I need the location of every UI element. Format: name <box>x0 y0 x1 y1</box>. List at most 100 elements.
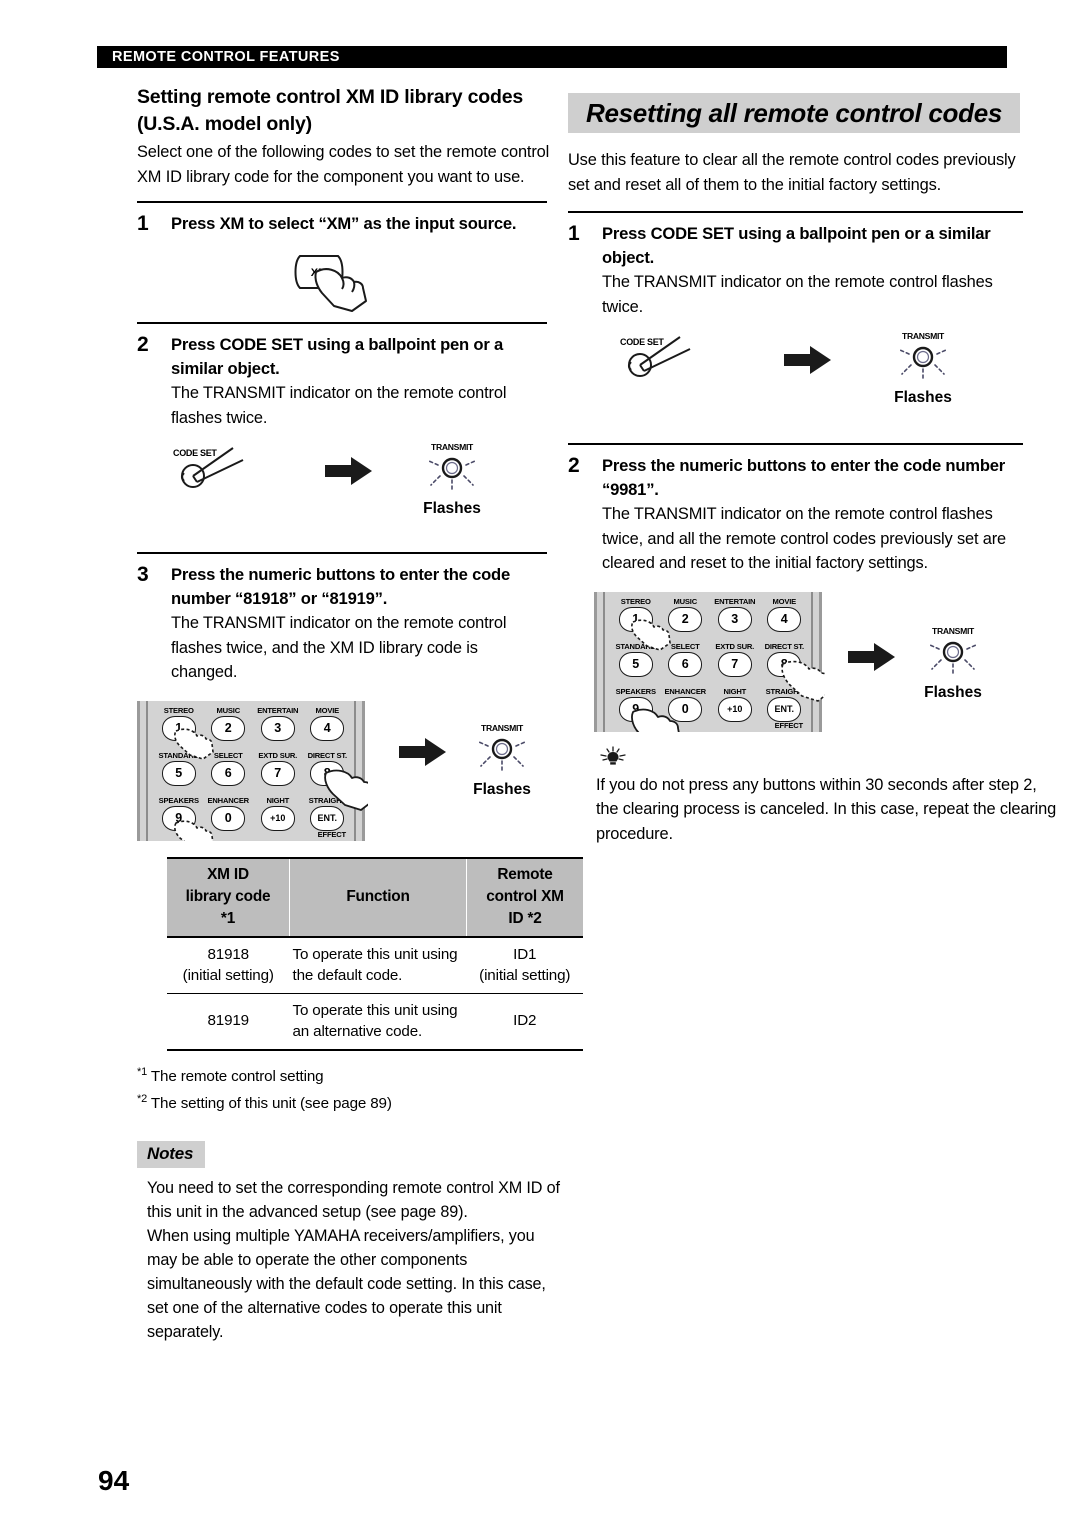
step-number: 3 <box>137 563 149 586</box>
solid-hand-pointer-key9 <box>631 708 680 732</box>
step-divider <box>568 443 1023 445</box>
table-header-function: Function <box>289 857 467 937</box>
step-heading: Press the numeric buttons to enter the c… <box>171 565 511 608</box>
cell-line: ID2 <box>513 1012 537 1029</box>
cell-library-code: 81918 (initial setting) <box>167 936 290 994</box>
cell-remote-xm-id: ID2 <box>466 993 583 1051</box>
right-arrow-icon <box>325 457 372 485</box>
cell-line: an alternative code. <box>292 1022 423 1040</box>
code-set-pen-icon: CODE SET <box>618 331 738 391</box>
tip-text: If you do not press any buttons within 3… <box>596 775 1057 843</box>
right-arrow-icon <box>399 737 446 766</box>
table-row: 81919 To operate this unit using an alte… <box>167 993 583 1051</box>
left-column: Setting remote control XM ID library cod… <box>137 84 583 1344</box>
remote-keypad-graphic: STEREO 1 MUSIC 2 ENTERTAIN 3 MOVIE 4 STANDAR… <box>137 700 368 841</box>
keypad-transmit-figure: STEREO 1 MUSIC 2 ENTERTAIN 3 MOVIE 4 STANDAR… <box>137 685 547 841</box>
left-step-2: 2 Press CODE SET using a ballpoint pen o… <box>137 333 547 430</box>
tip-block: If you do not press any buttons within 3… <box>568 745 1058 847</box>
transmit-indicator-icon: TRANSMIT Flashes <box>463 723 541 798</box>
footnotes: *1 The remote control setting *2 The set… <box>137 1061 547 1115</box>
header-line: library code <box>185 887 271 905</box>
code-set-pen-icon: CODE SET <box>171 442 291 502</box>
step-divider <box>568 211 1023 213</box>
dashed-hand-pointer-key1 <box>173 727 214 760</box>
cell-function: To operate this unit using the default c… <box>289 936 467 994</box>
transmit-label: TRANSMIT <box>932 625 974 636</box>
table-header-row: XM ID library code *1 Function Remote co… <box>167 857 583 937</box>
header-line: Remote <box>497 865 553 883</box>
flashes-label: Flashes <box>473 780 531 798</box>
transmit-indicator-icon: TRANSMIT Flashes <box>884 331 962 406</box>
cell-function: To operate this unit using an alternativ… <box>289 993 467 1051</box>
step-heading: Press the numeric buttons to enter the c… <box>602 456 1006 499</box>
header-line: *1 <box>220 909 236 927</box>
transmit-label: TRANSMIT <box>431 442 473 452</box>
right-step-2: 2 Press the numeric buttons to enter the… <box>568 454 1023 576</box>
footnote-marker: *1 <box>137 1065 148 1078</box>
cell-line: To operate this unit using <box>292 1001 458 1019</box>
right-column: Use this feature to clear all the remote… <box>568 84 1056 846</box>
transmit-indicator-figure: TRANSMIT Flashes <box>413 442 491 517</box>
cell-line: (initial setting) <box>182 966 274 984</box>
footnote-marker: *2 <box>137 1092 148 1105</box>
cell-library-code: 81919 <box>167 993 290 1051</box>
cell-line: 81919 <box>207 1012 250 1029</box>
note-item: When using multiple YAMAHA receivers/amp… <box>147 1226 546 1341</box>
table-header-remote-control-xm-id: Remote control XM ID *2 <box>466 857 583 937</box>
cell-line: To operate this unit using <box>292 945 458 963</box>
footnote-2: *2 The setting of this unit (see page 89… <box>137 1088 547 1115</box>
header-line: XM ID <box>207 865 249 883</box>
transmit-label: TRANSMIT <box>902 331 944 341</box>
cell-line: the default code. <box>292 966 403 984</box>
note-item: You need to set the corresponding remote… <box>147 1178 560 1221</box>
keypad-transmit-figure: STEREO 1 MUSIC 2 ENTERTAIN 3 MOVIE 4 STANDAR… <box>568 576 1023 732</box>
dashed-hand-pointer-key8 <box>781 660 825 702</box>
left-step-3: 3 Press the numeric buttons to enter the… <box>137 563 547 685</box>
left-step-1: 1 Press XM to select “XM” as the input s… <box>137 212 547 236</box>
header-line: Function <box>346 887 410 905</box>
footnote-1: *1 The remote control setting <box>137 1061 547 1088</box>
xm-button-icon: XM <box>294 255 367 312</box>
flashes-label: Flashes <box>924 683 982 701</box>
step-divider <box>137 201 547 203</box>
step-number: 1 <box>137 212 149 235</box>
header-line: control XM <box>486 887 564 905</box>
step-description: The TRANSMIT indicator on the remote con… <box>171 384 507 427</box>
cell-line: 81918 <box>207 945 250 963</box>
dashed-hand-pointer-key1 <box>630 618 671 651</box>
step-divider <box>137 552 547 554</box>
table-row: 81918 (initial setting) To operate this … <box>167 936 583 994</box>
step-number: 1 <box>568 222 580 245</box>
xm-id-table-wrapper: XM ID library code *1 Function Remote co… <box>167 857 583 1051</box>
footnote-text: The setting of this unit (see page 89) <box>150 1094 392 1112</box>
header-line: ID *2 <box>508 909 542 927</box>
step-description: The TRANSMIT indicator on the remote con… <box>602 505 1007 572</box>
step-description: The TRANSMIT indicator on the remote con… <box>171 614 507 681</box>
cell-line: (initial setting) <box>479 966 571 984</box>
right-arrow-icon <box>784 346 831 374</box>
footnote-text: The remote control setting <box>150 1067 324 1085</box>
step-heading: Press CODE SET using a ballpoint pen or … <box>602 224 991 267</box>
step-description: The TRANSMIT indicator on the remote con… <box>602 273 993 316</box>
notes-body: You need to set the corresponding remote… <box>137 1176 567 1344</box>
lightbulb-tip-icon <box>600 745 626 765</box>
notes-block: Notes You need to set the corresponding … <box>137 1140 560 1344</box>
xm-id-library-code-table: XM ID library code *1 Function Remote co… <box>167 857 583 1051</box>
notes-badge: Notes <box>137 1140 206 1168</box>
right-title-spacer <box>568 84 1023 148</box>
codeset-transmit-figure: CODE SET TRANSMIT Flashes <box>568 319 1023 443</box>
codeset-transmit-figure: CODE SET TRANSMIT Flashes <box>137 430 547 552</box>
table-header-xm-id-library-code: XM ID library code *1 <box>167 857 290 937</box>
right-step-1: 1 Press CODE SET using a ballpoint pen o… <box>568 222 1023 319</box>
running-header-label: REMOTE CONTROL FEATURES <box>112 49 340 65</box>
flashes-label: Flashes <box>423 500 481 517</box>
remote-keypad-graphic: STEREO 1 MUSIC 2 ENTERTAIN 3 MOVIE 4 STANDAR… <box>594 591 825 732</box>
flashes-label: Flashes <box>894 389 952 406</box>
step-number: 2 <box>568 454 580 477</box>
step-heading: Press XM to select “XM” as the input sou… <box>171 214 517 233</box>
step-heading: Press CODE SET using a ballpoint pen or … <box>171 335 504 378</box>
cell-remote-xm-id: ID1 (initial setting) <box>466 936 583 994</box>
cell-line: ID1 <box>513 945 537 963</box>
transmit-indicator-icon: TRANSMIT Flashes <box>914 625 992 701</box>
transmit-indicator-icon: TRANSMIT Flashes <box>413 442 491 517</box>
